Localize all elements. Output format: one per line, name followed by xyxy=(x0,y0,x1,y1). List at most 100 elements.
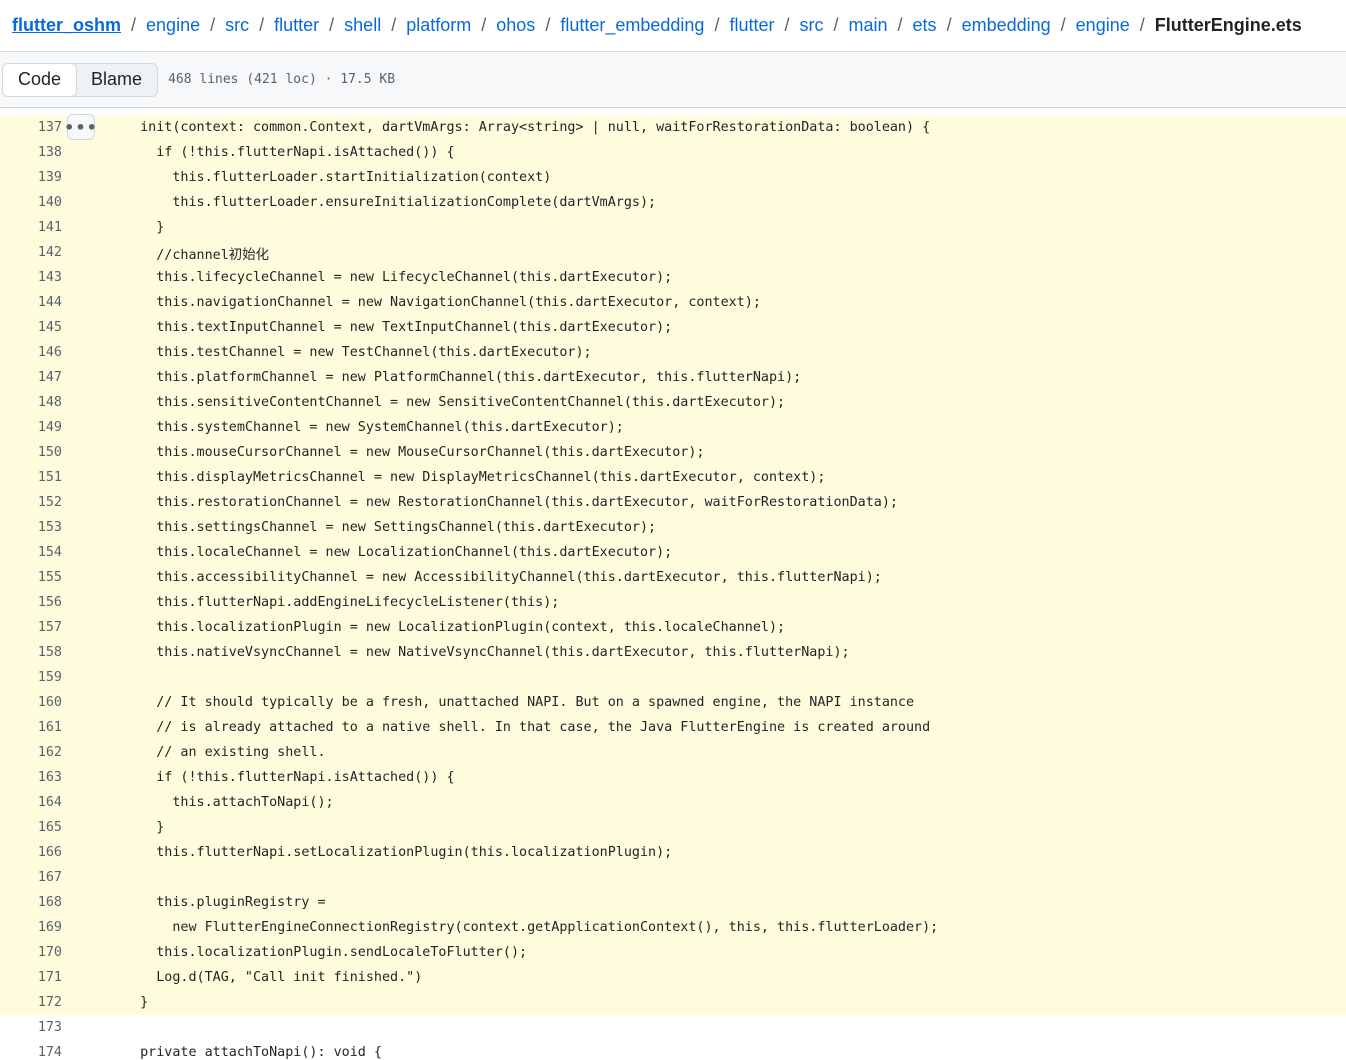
code-line: 140 this.flutterLoader.ensureInitializat… xyxy=(0,190,1346,215)
code-text: // It should typically be a fresh, unatt… xyxy=(124,695,915,710)
code-text: this.sensitiveContentChannel = new Sensi… xyxy=(124,395,786,410)
line-number[interactable]: 137 xyxy=(0,120,62,135)
kebab-horizontal-icon[interactable]: ••• xyxy=(64,114,97,140)
breadcrumb-separator: / xyxy=(714,15,720,35)
code-text: this.displayMetricsChannel = new Display… xyxy=(124,470,826,485)
line-number[interactable]: 138 xyxy=(0,145,62,160)
line-number[interactable]: 144 xyxy=(0,295,62,310)
breadcrumb-separator: / xyxy=(784,15,790,35)
view-mode-toggle: Code Blame xyxy=(2,62,159,97)
line-number[interactable]: 147 xyxy=(0,370,62,385)
line-number[interactable]: 172 xyxy=(0,995,62,1010)
breadcrumb-link[interactable]: platform xyxy=(406,15,471,36)
breadcrumb-link[interactable]: shell xyxy=(344,15,381,36)
line-number[interactable]: 164 xyxy=(0,795,62,810)
breadcrumb-separator: / xyxy=(1060,15,1066,35)
code-text: this.pluginRegistry = xyxy=(124,895,326,910)
code-line: 145 this.textInputChannel = new TextInpu… xyxy=(0,315,1346,340)
line-number[interactable]: 151 xyxy=(0,470,62,485)
breadcrumb-link[interactable]: src xyxy=(800,15,824,36)
line-number[interactable]: 169 xyxy=(0,920,62,935)
breadcrumb-link[interactable]: ets xyxy=(913,15,937,36)
code-text: this.systemChannel = new SystemChannel(t… xyxy=(124,420,624,435)
code-text: this.navigationChannel = new NavigationC… xyxy=(124,295,761,310)
line-number[interactable]: 171 xyxy=(0,970,62,985)
line-number[interactable]: 174 xyxy=(0,1045,62,1060)
code-line: 138 if (!this.flutterNapi.isAttached()) … xyxy=(0,140,1346,165)
code-line: 172 } xyxy=(0,990,1346,1015)
code-line: 164 this.attachToNapi(); xyxy=(0,790,1346,815)
breadcrumb-link[interactable]: flutter_embedding xyxy=(560,15,704,36)
breadcrumb-link[interactable]: main xyxy=(849,15,888,36)
code-line: 167 xyxy=(0,865,1346,890)
code-line: 150 this.mouseCursorChannel = new MouseC… xyxy=(0,440,1346,465)
breadcrumb-repo-link[interactable]: flutter_oshm xyxy=(12,15,121,36)
line-number[interactable]: 170 xyxy=(0,945,62,960)
line-number[interactable]: 148 xyxy=(0,395,62,410)
breadcrumb-separator: / xyxy=(481,15,487,35)
breadcrumb-separator: / xyxy=(946,15,952,35)
breadcrumb-separator: / xyxy=(210,15,216,35)
line-number[interactable]: 149 xyxy=(0,420,62,435)
code-text: if (!this.flutterNapi.isAttached()) { xyxy=(124,770,455,785)
code-text: new FlutterEngineConnectionRegistry(cont… xyxy=(124,920,939,935)
line-number[interactable]: 143 xyxy=(0,270,62,285)
code-text: this.testChannel = new TestChannel(this.… xyxy=(124,345,592,360)
line-number[interactable]: 160 xyxy=(0,695,62,710)
breadcrumb: flutter_oshm / engine / src / flutter / shell / pl… xyxy=(0,0,1346,52)
breadcrumb-link[interactable]: flutter xyxy=(274,15,319,36)
code-line: 139 this.flutterLoader.startInitializati… xyxy=(0,165,1346,190)
line-number[interactable]: 145 xyxy=(0,320,62,335)
line-number[interactable]: 162 xyxy=(0,745,62,760)
line-number[interactable]: 140 xyxy=(0,195,62,210)
line-number[interactable]: 165 xyxy=(0,820,62,835)
breadcrumb-link[interactable]: engine xyxy=(146,15,200,36)
breadcrumb-link[interactable]: src xyxy=(225,15,249,36)
code-line: 161 // is already attached to a native s… xyxy=(0,715,1346,740)
line-number[interactable]: 156 xyxy=(0,595,62,610)
line-number[interactable]: 167 xyxy=(0,870,62,885)
line-number[interactable]: 166 xyxy=(0,845,62,860)
line-number[interactable]: 155 xyxy=(0,570,62,585)
code-line: 163 if (!this.flutterNapi.isAttached()) … xyxy=(0,765,1346,790)
breadcrumb-link[interactable]: engine xyxy=(1076,15,1130,36)
code-line: 162 // an existing shell. xyxy=(0,740,1346,765)
code-line: 169 new FlutterEngineConnectionRegistry(… xyxy=(0,915,1346,940)
code-line: 168 this.pluginRegistry = xyxy=(0,890,1346,915)
code-line: 154 this.localeChannel = new Localizatio… xyxy=(0,540,1346,565)
code-view[interactable]: 136 */ 137 init(context: common.Context, … xyxy=(0,108,1346,1060)
code-tab-button[interactable]: Code xyxy=(2,62,78,97)
breadcrumb-link[interactable]: embedding xyxy=(962,15,1051,36)
line-number[interactable]: 158 xyxy=(0,645,62,660)
code-text: this.settingsChannel = new SettingsChann… xyxy=(124,520,657,535)
code-line: 149 this.systemChannel = new SystemChann… xyxy=(0,415,1346,440)
line-number[interactable]: 153 xyxy=(0,520,62,535)
line-number[interactable]: 163 xyxy=(0,770,62,785)
line-number[interactable]: 173 xyxy=(0,1020,62,1035)
line-number[interactable]: 154 xyxy=(0,545,62,560)
line-number[interactable]: 168 xyxy=(0,895,62,910)
code-text: this.textInputChannel = new TextInputCha… xyxy=(124,320,673,335)
code-line: 143 this.lifecycleChannel = new Lifecycl… xyxy=(0,265,1346,290)
line-number[interactable]: 136 xyxy=(0,108,62,110)
line-number[interactable]: 157 xyxy=(0,620,62,635)
blame-tab-button[interactable]: Blame xyxy=(76,64,157,96)
line-number[interactable]: 152 xyxy=(0,495,62,510)
line-number[interactable]: 139 xyxy=(0,170,62,185)
line-number[interactable]: 146 xyxy=(0,345,62,360)
code-text: init(context: common.Context, dartVmArgs… xyxy=(124,120,931,135)
code-text: this.flutterLoader.startInitialization(c… xyxy=(124,170,552,185)
code-text: this.mouseCursorChannel = new MouseCurso… xyxy=(124,445,705,460)
breadcrumb-link[interactable]: ohos xyxy=(496,15,535,36)
line-number[interactable]: 161 xyxy=(0,720,62,735)
line-number[interactable]: 150 xyxy=(0,445,62,460)
code-line: 166 this.flutterNapi.setLocalizationPlug… xyxy=(0,840,1346,865)
code-text: */ xyxy=(62,108,156,110)
line-number[interactable]: 159 xyxy=(0,670,62,685)
line-number[interactable]: 142 xyxy=(0,245,62,260)
code-line: 155 this.accessibilityChannel = new Acce… xyxy=(0,565,1346,590)
breadcrumb-link[interactable]: flutter xyxy=(729,15,774,36)
code-text: this.localizationPlugin = new Localizati… xyxy=(124,620,786,635)
line-number[interactable]: 141 xyxy=(0,220,62,235)
code-text: this.platformChannel = new PlatformChann… xyxy=(124,370,802,385)
